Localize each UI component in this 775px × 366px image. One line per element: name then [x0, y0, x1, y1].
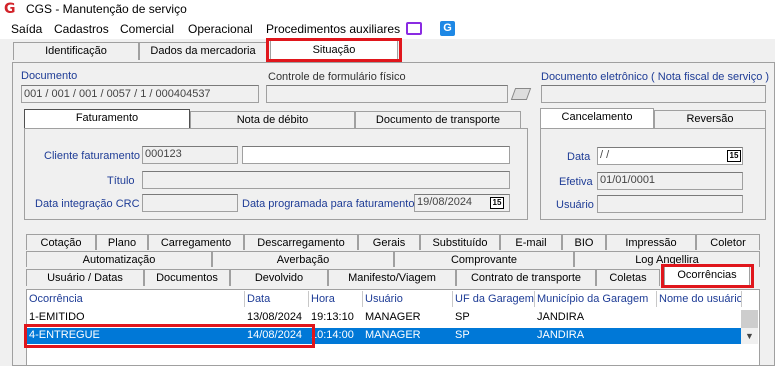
- app-logo-icon: G: [4, 1, 16, 17]
- tab-coletas[interactable]: Coletas: [596, 269, 660, 286]
- tab-email[interactable]: E-mail: [500, 234, 562, 250]
- tab-dados-da-mercadoria[interactable]: Dados da mercadoria: [139, 42, 267, 60]
- tab-faturamento[interactable]: Faturamento: [24, 109, 190, 128]
- menu-operacional[interactable]: Operacional: [188, 22, 253, 36]
- tab-averbacao[interactable]: Averbação: [212, 251, 394, 267]
- tab-contrato-de-transporte[interactable]: Contrato de transporte: [456, 269, 596, 286]
- tab-faturamento-label: Faturamento: [75, 112, 139, 124]
- cliente-faturamento-label: Cliente faturamento: [44, 150, 140, 162]
- tab-impressao[interactable]: Impressão: [606, 234, 696, 250]
- cancel-data-label: Data: [567, 151, 591, 163]
- cell-uf: SP: [455, 311, 470, 323]
- cell-municipio: JANDIRA: [537, 329, 585, 341]
- data-integracao-crc-label: Data integração CRC: [35, 198, 140, 210]
- data-programada-label: Data programada para faturamento: [242, 198, 415, 210]
- tab-devolvido[interactable]: Devolvido: [230, 269, 328, 286]
- cancel-usuario-label: Usuário: [556, 199, 594, 211]
- controle-formulario-label: Controle de formulário físico: [268, 71, 406, 83]
- tab-substituido[interactable]: Substituído: [420, 234, 500, 250]
- data-integracao-crc-field[interactable]: [142, 194, 238, 212]
- tab-documentos[interactable]: Documentos: [144, 269, 230, 286]
- calendar-icon[interactable]: 15: [490, 197, 504, 209]
- documento-eletronico-label: Documento eletrônico ( Nota fiscal de se…: [541, 71, 770, 83]
- col-usuario-header[interactable]: Usuário: [363, 291, 453, 307]
- cell-municipio: JANDIRA: [537, 311, 585, 323]
- data-programada-value: 19/08/2024: [417, 196, 473, 208]
- col-ocorrencia-header[interactable]: Ocorrência: [27, 291, 245, 307]
- menu-saida[interactable]: Saída: [11, 22, 42, 36]
- cell-hora: 19:13:10: [311, 311, 354, 323]
- cancel-calendar-icon[interactable]: 15: [727, 150, 741, 162]
- cell-usuario: MANAGER: [365, 329, 421, 341]
- menu-procedimentos-auxiliares[interactable]: Procedimentos auxiliares: [266, 22, 400, 36]
- documento-eletronico-field[interactable]: [541, 85, 766, 103]
- tab-nota-de-debito[interactable]: Nota de débito: [190, 111, 355, 128]
- titulo-field[interactable]: [142, 171, 510, 189]
- cell-uf: SP: [455, 329, 470, 341]
- col-uf-garagem-header[interactable]: UF da Garagem: [453, 291, 535, 307]
- g-app-icon[interactable]: G: [440, 21, 455, 36]
- documento-field[interactable]: 001 / 001 / 001 / 0057 / 1 / 000404537: [21, 85, 259, 103]
- menu-comercial[interactable]: Comercial: [120, 22, 174, 36]
- tab-comprovante[interactable]: Comprovante: [394, 251, 574, 267]
- col-municipio-garagem-header[interactable]: Município da Garagem: [535, 291, 657, 307]
- tab-bio[interactable]: BIO: [562, 234, 606, 250]
- title-bar: G CGS - Manutenção de serviço: [0, 0, 775, 19]
- cancel-usuario-field[interactable]: [597, 195, 743, 213]
- tab-gerais[interactable]: Gerais: [358, 234, 420, 250]
- tab-manifesto-viagem[interactable]: Manifesto/Viagem: [328, 269, 456, 286]
- efetiva-label: Efetiva: [559, 176, 593, 188]
- menu-bar: Saída Cadastros Comercial Operacional Pr…: [0, 19, 775, 39]
- tab-automatizacao[interactable]: Automatização: [26, 251, 212, 267]
- titulo-label: Título: [107, 175, 135, 187]
- cell-hora: 10:14:00: [311, 329, 354, 341]
- highlight-ocorrencias: [661, 264, 754, 288]
- menu-cadastros[interactable]: Cadastros: [54, 22, 109, 36]
- col-hora-header[interactable]: Hora: [309, 291, 363, 307]
- scrollbar-thumb[interactable]: [741, 310, 758, 328]
- monitor-icon[interactable]: [406, 22, 422, 35]
- tab-reversao[interactable]: Reversão: [654, 110, 766, 128]
- cell-ocorrencia: 1-EMITIDO: [29, 311, 85, 323]
- cliente-code-field[interactable]: 000123: [142, 146, 238, 164]
- tab-descarregamento[interactable]: Descarregamento: [244, 234, 358, 250]
- scroll-down-button[interactable]: ▼: [741, 328, 758, 344]
- controle-formulario-field[interactable]: [266, 85, 508, 103]
- tab-carregamento[interactable]: Carregamento: [148, 234, 244, 250]
- efetiva-field[interactable]: 01/01/0001: [597, 172, 743, 190]
- tab-documento-de-transporte[interactable]: Documento de transporte: [355, 111, 521, 128]
- tab-plano[interactable]: Plano: [96, 234, 148, 250]
- window-title: CGS - Manutenção de serviço: [26, 2, 187, 16]
- cliente-name-field[interactable]: [242, 146, 510, 164]
- col-nome-usuario-header[interactable]: Nome do usuário: [657, 291, 742, 307]
- highlight-entregue-row: [24, 324, 315, 348]
- tab-cancelamento[interactable]: Cancelamento: [540, 108, 654, 128]
- cancel-data-field[interactable]: / /: [597, 147, 743, 165]
- tab-coletor[interactable]: Coletor: [696, 234, 760, 250]
- highlight-situacao: [266, 38, 402, 62]
- tab-identificacao[interactable]: Identificação: [13, 42, 139, 60]
- cell-data: 13/08/2024: [247, 311, 303, 323]
- tab-cotacao[interactable]: Cotação: [26, 234, 96, 250]
- documento-label: Documento: [21, 70, 78, 82]
- cell-usuario: MANAGER: [365, 311, 421, 323]
- tab-usuario-datas[interactable]: Usuário / Datas: [26, 269, 144, 286]
- col-data-header[interactable]: Data: [245, 291, 309, 307]
